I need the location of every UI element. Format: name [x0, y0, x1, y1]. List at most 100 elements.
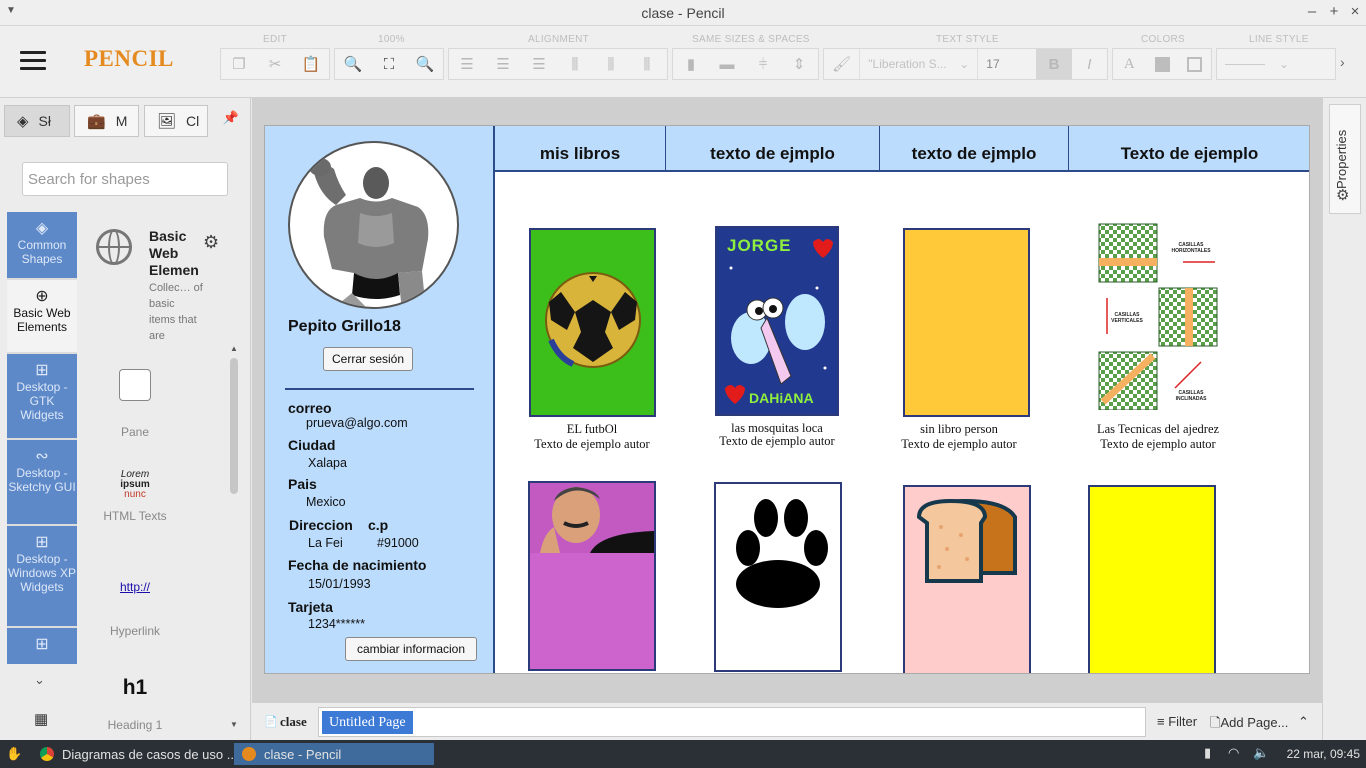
shape-html-texts[interactable]: Lorem ipsum nunc HTML Texts: [84, 470, 186, 523]
scroll-up-icon[interactable]: ▲: [230, 344, 238, 353]
start-menu-icon[interactable]: ✋: [6, 746, 22, 762]
book-cover-yellow[interactable]: [1088, 485, 1216, 673]
profile-avatar[interactable]: [288, 141, 459, 309]
shapes-scrollbar[interactable]: ▲ ▼: [229, 344, 239, 732]
font-family-select[interactable]: "Liberation S... ⌄: [859, 49, 977, 79]
shape-heading-1[interactable]: h1 Heading 1: [84, 676, 186, 732]
zoom-group: 🔍 ⛶ 🔍: [334, 48, 444, 80]
group-label-alignment: ALIGNMENT: [528, 34, 590, 45]
dob-label: Fecha de nacimiento: [288, 557, 427, 573]
logout-button[interactable]: Cerrar sesión: [323, 347, 413, 371]
tab-clipart[interactable]: 🖼 Cl: [144, 105, 208, 137]
wifi-icon[interactable]: ◠: [1228, 745, 1239, 761]
category-sketchy-gui[interactable]: ∾ Desktop - Sketchy GUI: [7, 440, 77, 524]
image-icon: 🖼: [157, 113, 177, 130]
scroll-down-icon[interactable]: ▼: [230, 720, 238, 729]
align-bottom-icon[interactable]: ⫼: [629, 49, 665, 79]
category-windows-xp-widgets[interactable]: ⊞ Desktop - Windows XP Widgets: [7, 526, 77, 626]
zip-value: #91000: [377, 536, 419, 550]
filter-button[interactable]: ≡ Filter: [1157, 714, 1197, 729]
battery-icon[interactable]: ▮: [1204, 745, 1211, 761]
briefcase-icon: 💼: [87, 113, 106, 130]
minimize-icon[interactable]: –: [1304, 3, 1320, 20]
align-left-icon[interactable]: ☰: [449, 49, 485, 79]
apps-grid-icon[interactable]: ▦: [34, 710, 48, 728]
category-basic-web-elements[interactable]: ⊕ Basic Web Elements: [7, 280, 77, 352]
category-common-shapes[interactable]: ◈ Common Shapes: [7, 212, 77, 278]
profile-name: Pepito Grillo18: [288, 318, 401, 335]
book-cover-ajedrez[interactable]: CASILLAS HORIZONTALES CASILLAS VERTICALE…: [1097, 222, 1221, 410]
book-cover-futbol[interactable]: [529, 228, 656, 417]
change-info-button[interactable]: cambiar informacion: [345, 637, 477, 661]
grid-icon: ⊞: [35, 362, 49, 379]
group-label-line-style: LINE STYLE: [1249, 34, 1309, 45]
taskbar-item-pencil[interactable]: clase - Pencil: [234, 743, 434, 765]
fill-color-icon[interactable]: [1146, 49, 1179, 79]
font-size-input[interactable]: 17: [977, 49, 1036, 79]
book-cover-portrait[interactable]: [528, 481, 656, 671]
cover-label: CASILLAS VERTICALES: [1111, 312, 1143, 324]
shape-pane[interactable]: Pane: [84, 369, 186, 439]
same-height-icon[interactable]: ▬: [709, 49, 745, 79]
book-cover-bread[interactable]: [903, 485, 1031, 673]
page-bar: 📄 clase Untitled Page ≡ Filter 🗋Add Page…: [252, 702, 1322, 740]
cut-icon[interactable]: ✂: [257, 49, 293, 79]
gear-icon[interactable]: ⚙: [203, 232, 219, 253]
pin-icon[interactable]: 📌: [218, 110, 244, 134]
shape-search-input[interactable]: Search for shapes: [22, 162, 228, 196]
chevron-down-icon[interactable]: ⌄: [34, 672, 45, 688]
space-horizontal-icon[interactable]: ⫩: [745, 49, 781, 79]
tab-shapes[interactable]: ◈ Sł: [4, 105, 70, 137]
window-titlebar: ▼ clase - Pencil – + ×: [0, 0, 1366, 26]
copy-icon[interactable]: ❐: [221, 49, 257, 79]
book-cover-mosquitas[interactable]: JORGE DAHiANA: [715, 226, 839, 416]
category-more[interactable]: ⊞: [7, 628, 77, 664]
filter-icon: ≡: [1157, 714, 1169, 729]
nav-item-mis-libros[interactable]: mis libros: [495, 126, 666, 170]
line-style-select[interactable]: ⌄: [1217, 49, 1297, 79]
stroke-color-icon[interactable]: [1178, 49, 1211, 79]
sliders-icon[interactable]: ⚙: [1336, 186, 1349, 204]
paste-icon[interactable]: 📋: [293, 49, 329, 79]
chevron-up-icon[interactable]: ⌃: [1298, 714, 1309, 730]
page-mockup[interactable]: Pepito Grillo18 Cerrar sesión correo pru…: [264, 125, 1310, 674]
align-middle-icon[interactable]: ⫼: [593, 49, 629, 79]
maximize-icon[interactable]: +: [1326, 3, 1342, 20]
zoom-out-icon[interactable]: 🔍: [335, 49, 371, 79]
text-color-button[interactable]: A: [1113, 49, 1146, 79]
bold-button[interactable]: B: [1036, 49, 1072, 79]
alignment-group: ☰ ☰ ☰ ⫼ ⫼ ⫼: [448, 48, 668, 80]
book-cover-sin-libro[interactable]: [903, 228, 1030, 417]
chevron-down-icon: ⌄: [959, 57, 970, 71]
italic-button[interactable]: I: [1072, 49, 1107, 79]
volume-icon[interactable]: 🔈: [1253, 745, 1269, 761]
pane-preview: [119, 369, 151, 401]
nav-item-2[interactable]: texto de ejmplo: [666, 126, 880, 170]
align-center-icon[interactable]: ☰: [485, 49, 521, 79]
fit-screen-icon[interactable]: ⛶: [371, 49, 407, 79]
scrollbar-thumb[interactable]: [230, 358, 238, 494]
window-title: clase - Pencil: [641, 5, 725, 21]
shape-hyperlink[interactable]: http:// Hyperlink: [84, 580, 186, 638]
drawing-canvas[interactable]: Pepito Grillo18 Cerrar sesión correo pru…: [252, 98, 1322, 702]
space-vertical-icon[interactable]: ⇕: [781, 49, 817, 79]
add-page-button[interactable]: 🗋Add Page...: [1210, 714, 1288, 736]
category-gtk-widgets[interactable]: ⊞ Desktop - GTK Widgets: [7, 354, 77, 438]
tab-my-collections[interactable]: 💼 M: [74, 105, 139, 137]
main-toolbar: PENCIL EDIT ❐ ✂ 📋 100% 🔍 ⛶ 🔍 ALIGNMENT ☰…: [0, 26, 1366, 98]
nav-item-3[interactable]: texto de ejmplo: [880, 126, 1069, 170]
same-width-icon[interactable]: ▮: [673, 49, 709, 79]
page-tab-untitled[interactable]: Untitled Page: [322, 711, 413, 734]
book-cover-paw[interactable]: [714, 482, 842, 672]
align-right-icon[interactable]: ☰: [521, 49, 557, 79]
book-caption-sin-libro: sin libro person Texto de ejemplo autor: [869, 422, 1049, 452]
align-top-icon[interactable]: ⫼: [557, 49, 593, 79]
zoom-in-icon[interactable]: 🔍: [407, 49, 443, 79]
format-painter-icon[interactable]: 🖌: [824, 49, 859, 79]
close-icon[interactable]: ×: [1347, 3, 1363, 20]
taskbar-item-chrome[interactable]: Diagramas de casos de uso ...: [32, 743, 246, 765]
chevron-right-icon[interactable]: ›: [1340, 54, 1345, 70]
clock[interactable]: 22 mar, 09:45: [1287, 747, 1360, 761]
hamburger-menu-icon[interactable]: [20, 51, 46, 71]
nav-item-4[interactable]: Texto de ejemplo: [1069, 126, 1309, 170]
